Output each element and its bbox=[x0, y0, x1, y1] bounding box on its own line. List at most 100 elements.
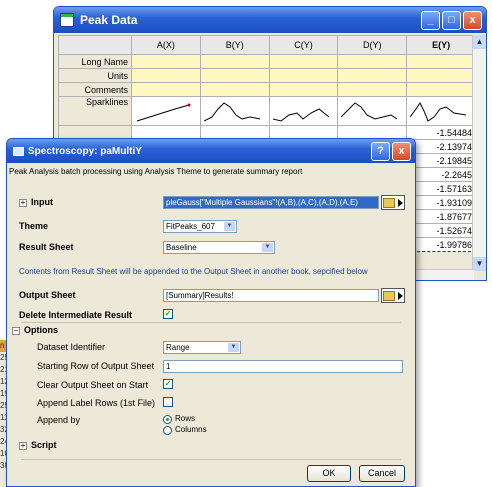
clear-output-checkbox[interactable]: ✓ bbox=[163, 379, 173, 389]
delete-intermediate-label: Delete Intermediate Result bbox=[19, 310, 133, 320]
cell-e1[interactable]: -1.54484 bbox=[406, 125, 476, 140]
output-sheet-label: Output Sheet bbox=[19, 290, 76, 300]
cell[interactable] bbox=[268, 82, 339, 97]
column-header-c[interactable]: C(Y) bbox=[268, 35, 339, 55]
cell[interactable] bbox=[268, 54, 339, 69]
append-by-rows-radio[interactable] bbox=[163, 415, 172, 424]
cell[interactable] bbox=[406, 54, 476, 69]
cell[interactable] bbox=[199, 54, 270, 69]
arrow-right-icon bbox=[398, 291, 403, 300]
cell[interactable] bbox=[199, 82, 270, 97]
column-header-b[interactable]: B(Y) bbox=[199, 35, 270, 55]
cell-e7[interactable]: -1.87677 bbox=[406, 209, 476, 224]
cell-e8[interactable]: -1.52674 bbox=[406, 223, 476, 238]
chevron-down-icon: ▼ bbox=[262, 243, 273, 252]
theme-label: Theme bbox=[19, 221, 49, 231]
cell[interactable] bbox=[406, 82, 476, 97]
cell-e4[interactable]: -2.2645 bbox=[406, 167, 476, 182]
dialog-titlebar[interactable]: Spectroscopy: paMultiY ? x bbox=[7, 139, 415, 163]
result-sheet-dropdown[interactable]: Baseline ▼ bbox=[163, 241, 275, 254]
cell-e5[interactable]: -1.57163 bbox=[406, 181, 476, 196]
dialog-icon bbox=[13, 146, 24, 156]
cell[interactable] bbox=[199, 68, 270, 83]
scroll-down-icon[interactable]: ▼ bbox=[473, 257, 486, 271]
cell[interactable] bbox=[337, 68, 408, 83]
scroll-up-icon[interactable]: ▲ bbox=[473, 35, 486, 49]
row-label-comments: Comments bbox=[58, 82, 132, 97]
dataset-identifier-dropdown[interactable]: Range ▼ bbox=[163, 341, 241, 354]
cell[interactable] bbox=[268, 68, 339, 83]
peak-data-titlebar[interactable]: Peak Data _ □ x bbox=[54, 7, 486, 33]
ok-button[interactable]: OK bbox=[307, 465, 351, 482]
append-by-label: Append by bbox=[37, 415, 81, 425]
column-header-a[interactable]: A(X) bbox=[131, 35, 201, 55]
dialog-description: Peak Analysis batch processing using Ana… bbox=[9, 167, 303, 176]
cell[interactable] bbox=[406, 68, 476, 83]
append-by-rows-label: Rows bbox=[175, 414, 196, 423]
cell[interactable] bbox=[131, 68, 201, 83]
minimize-button[interactable]: _ bbox=[421, 10, 440, 30]
select-range-icon bbox=[383, 197, 395, 208]
peak-data-title: Peak Data bbox=[80, 13, 138, 27]
spectroscopy-dialog: Spectroscopy: paMultiY ? x Peak Analysis… bbox=[6, 138, 416, 487]
cell-e6[interactable]: -1.93109 bbox=[406, 195, 476, 210]
row-label-long-name: Long Name bbox=[58, 54, 132, 69]
row-label-sparklines: Sparklines bbox=[58, 96, 132, 126]
worksheet-icon bbox=[60, 13, 74, 27]
column-header-e[interactable]: E(Y) bbox=[406, 35, 476, 55]
corner-cell[interactable] bbox=[58, 35, 132, 55]
result-sheet-note: Contents from Result Sheet will be appen… bbox=[19, 267, 368, 276]
buttons-divider bbox=[21, 459, 401, 460]
append-by-columns-radio[interactable] bbox=[163, 426, 172, 435]
theme-value: FitPeaks_607 bbox=[166, 222, 215, 231]
delete-intermediate-checkbox[interactable]: ✓ bbox=[163, 309, 173, 319]
input-field[interactable]: pleGauss["Multiple Gaussians"!(A,B),(A,C… bbox=[163, 196, 379, 209]
cell-e9[interactable]: -1.99786 bbox=[406, 237, 476, 252]
result-sheet-label: Result Sheet bbox=[19, 242, 74, 252]
expand-input-icon[interactable]: + bbox=[19, 199, 27, 207]
sparkline-b[interactable] bbox=[199, 96, 270, 126]
append-by-columns-label: Columns bbox=[175, 425, 207, 434]
sparkline-a-graphic bbox=[136, 103, 191, 122]
cancel-button[interactable]: Cancel bbox=[359, 465, 405, 482]
sparkline-c-graphic bbox=[272, 108, 329, 122]
arrow-right-icon bbox=[398, 198, 403, 207]
column-header-d[interactable]: D(Y) bbox=[337, 35, 408, 55]
output-sheet-browse-button[interactable] bbox=[381, 288, 405, 303]
chevron-down-icon: ▼ bbox=[224, 222, 235, 231]
sparkline-e[interactable] bbox=[406, 96, 476, 126]
column-header-row: A(X) B(Y) C(Y) D(Y) E(Y) bbox=[58, 35, 476, 55]
sparkline-a[interactable] bbox=[131, 96, 201, 126]
output-sheet-field[interactable]: [Summary]Results! bbox=[163, 289, 379, 302]
chevron-down-icon: ▼ bbox=[228, 343, 239, 352]
append-label-rows-checkbox[interactable] bbox=[163, 397, 173, 407]
select-range-icon bbox=[383, 290, 395, 301]
starting-row-label: Starting Row of Output Sheet bbox=[37, 361, 155, 371]
vertical-scrollbar[interactable]: ▲ ▼ bbox=[472, 35, 486, 271]
close-button[interactable]: x bbox=[463, 10, 482, 30]
collapse-options-icon[interactable]: − bbox=[12, 327, 20, 335]
sparkline-d[interactable] bbox=[337, 96, 408, 126]
sparkline-b-graphic bbox=[203, 102, 260, 122]
maximize-button[interactable]: □ bbox=[442, 10, 461, 30]
input-label: Input bbox=[31, 197, 53, 207]
cell[interactable] bbox=[337, 54, 408, 69]
cell[interactable] bbox=[131, 82, 201, 97]
script-label: Script bbox=[31, 440, 57, 450]
sparkline-d-graphic bbox=[341, 102, 398, 120]
dialog-close-button[interactable]: x bbox=[392, 141, 411, 161]
cell[interactable] bbox=[337, 82, 408, 97]
options-divider bbox=[21, 322, 401, 323]
starting-row-field[interactable]: 1 bbox=[163, 360, 403, 373]
input-browse-button[interactable] bbox=[381, 195, 405, 210]
expand-script-icon[interactable]: + bbox=[19, 442, 27, 450]
theme-dropdown[interactable]: FitPeaks_607 ▼ bbox=[163, 220, 237, 233]
dataset-identifier-value: Range bbox=[166, 343, 190, 352]
row-label-units: Units bbox=[58, 68, 132, 83]
sparkline-c[interactable] bbox=[268, 96, 339, 126]
cell-e3[interactable]: -2.19845 bbox=[406, 153, 476, 168]
help-button[interactable]: ? bbox=[371, 141, 390, 161]
cell-e2[interactable]: -2.13974 bbox=[406, 139, 476, 154]
clear-output-label: Clear Output Sheet on Start bbox=[37, 380, 149, 390]
cell[interactable] bbox=[131, 54, 201, 69]
